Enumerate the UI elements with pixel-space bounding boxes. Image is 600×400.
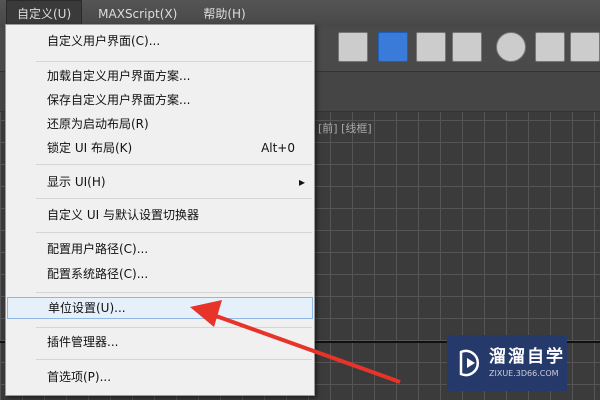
arrow-shaft — [204, 310, 401, 384]
watermark-logo: 溜溜自学 ZIXUE.3D66.COM — [447, 335, 567, 391]
arrow-head — [190, 300, 222, 327]
watermark-url: ZIXUE.3D66.COM — [489, 369, 559, 378]
watermark-title: 溜溜自学 — [489, 347, 565, 367]
play-logo-icon — [459, 349, 479, 377]
